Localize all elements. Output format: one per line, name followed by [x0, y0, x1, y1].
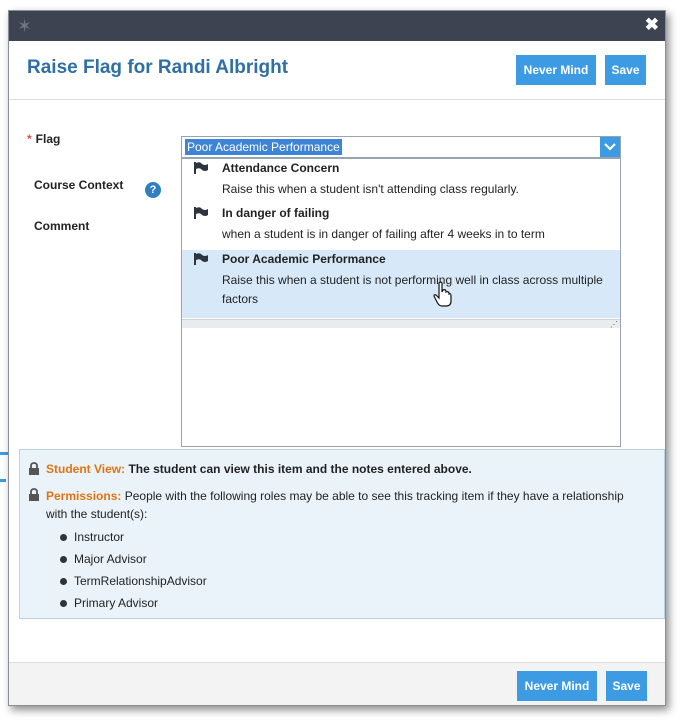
bullet-icon: [60, 534, 67, 541]
lock-icon: [29, 488, 39, 501]
star-icon: ✶: [17, 16, 33, 36]
save-button[interactable]: Save: [606, 671, 647, 701]
never-mind-button[interactable]: Never Mind: [516, 55, 596, 85]
permissions-line: Permissions: People with the following r…: [46, 487, 646, 523]
dialog-footer: Never Mind Save: [9, 662, 665, 705]
option-description: Raise this when a student is not perform…: [222, 273, 603, 306]
dialog-title: Raise Flag for Randi Albright: [27, 57, 289, 78]
lock-icon: [29, 462, 39, 475]
flag-select-value: Poor Academic Performance: [185, 139, 342, 155]
flag-label: * Flag: [27, 132, 60, 146]
comment-textarea[interactable]: [181, 328, 621, 447]
raise-flag-dialog: ✶ ✖ Raise Flag for Randi Albright Never …: [8, 10, 666, 706]
dialog-titlebar: ✶ ✖: [9, 11, 665, 41]
student-view-line: Student View: The student can view this …: [46, 462, 472, 476]
dialog-header: Raise Flag for Randi Albright Never Mind…: [9, 41, 665, 100]
roles-list: Instructor Major Advisor TermRelationshi…: [60, 526, 207, 614]
list-item: Major Advisor: [60, 548, 207, 570]
help-icon[interactable]: ?: [145, 182, 161, 198]
dropdown-option-poor-academic[interactable]: Poor Academic Performance Raise this whe…: [182, 250, 620, 318]
hand-cursor-icon: [433, 281, 452, 307]
list-item: Instructor: [60, 526, 207, 548]
list-item: TermRelationshipAdvisor: [60, 570, 207, 592]
option-description: Raise this when a student isn't attendin…: [222, 182, 519, 196]
flag-icon: [194, 162, 208, 174]
option-title: Poor Academic Performance: [222, 252, 386, 266]
flag-icon: [194, 207, 208, 219]
chevron-down-icon[interactable]: [600, 137, 620, 157]
dropdown-option-attendance[interactable]: Attendance Concern Raise this when a stu…: [182, 159, 620, 201]
student-view-text: The student can view this item and the n…: [128, 462, 472, 476]
option-description: when a student is in danger of failing a…: [222, 227, 545, 241]
info-panel: Student View: The student can view this …: [19, 449, 665, 619]
option-title: In danger of failing: [222, 206, 330, 220]
role-name: Instructor: [74, 530, 125, 544]
bullet-icon: [60, 578, 67, 585]
save-button[interactable]: Save: [605, 55, 646, 85]
flag-icon: [194, 253, 208, 265]
flag-dropdown-list: Attendance Concern Raise this when a stu…: [181, 158, 621, 330]
dropdown-option-in-danger[interactable]: In danger of failing when a student is i…: [182, 204, 620, 248]
permissions-label: Permissions:: [46, 489, 122, 503]
role-name: Primary Advisor: [74, 596, 159, 610]
required-marker: *: [27, 132, 32, 146]
close-icon[interactable]: ✖: [645, 15, 659, 35]
role-name: Major Advisor: [74, 552, 147, 566]
bullet-icon: [60, 600, 67, 607]
side-arrow-indicator: [0, 479, 6, 482]
course-context-label: Course Context: [34, 178, 124, 192]
role-name: TermRelationshipAdvisor: [74, 574, 207, 588]
flag-select[interactable]: Poor Academic Performance: [181, 136, 621, 158]
flag-label-text: Flag: [35, 132, 61, 146]
comment-label: Comment: [34, 219, 90, 233]
list-item: Primary Advisor: [60, 592, 207, 614]
student-view-label: Student View:: [46, 462, 126, 476]
bullet-icon: [60, 556, 67, 563]
never-mind-button[interactable]: Never Mind: [517, 671, 597, 701]
permissions-text: People with the following roles may be a…: [46, 489, 624, 521]
option-title: Attendance Concern: [222, 161, 340, 175]
